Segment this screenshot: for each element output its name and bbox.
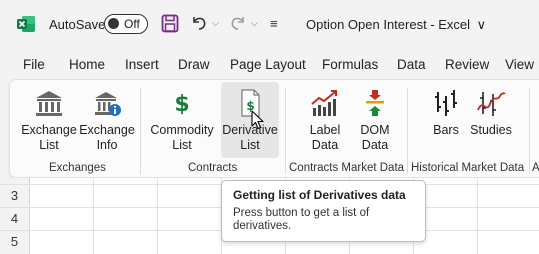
derivative-list-tooltip: Getting list of Derivatives data Press b… [221, 180, 426, 242]
autosave-toggle[interactable]: Off [104, 14, 148, 34]
row-header-3[interactable]: 3 [0, 184, 30, 207]
exchange-list-label: Exchange List [20, 123, 78, 153]
group-label-historical-market-data: Historical Market Data [411, 162, 525, 174]
title-chevron-icon: ∨ [476, 17, 487, 32]
group-separator [529, 88, 530, 174]
dom-data-button[interactable]: DOM Data [350, 82, 400, 158]
tab-draw[interactable]: Draw [178, 57, 210, 72]
label-chart-icon [311, 90, 337, 116]
row-header-5[interactable]: 5 [0, 230, 30, 254]
tab-page-layout[interactable]: Page Layout [230, 57, 306, 72]
label-data-button[interactable]: Label Data [300, 82, 350, 158]
autosave-label: AutoSave [49, 17, 106, 32]
commodity-list-line2: List [172, 138, 192, 152]
document-title-text: Option Open Interest - Excel [306, 17, 471, 32]
label-data-label: Label Data [300, 123, 350, 153]
tab-formulas[interactable]: Formulas [322, 57, 378, 72]
bars-icon [435, 90, 457, 116]
save-icon[interactable] [161, 14, 179, 33]
exchange-info-label: Exchange Info [78, 123, 136, 153]
exchange-list-button[interactable]: Exchange List [20, 82, 78, 158]
studies-icon [477, 92, 506, 116]
derivative-list-label: Derivative List [221, 123, 279, 153]
group-label-contracts: Contracts [188, 162, 238, 174]
undo-icon[interactable] [190, 14, 208, 32]
derivative-list-line1: Derivative [222, 123, 278, 137]
dom-icon [366, 90, 384, 116]
bank-info-icon [95, 92, 121, 116]
tooltip-title: Getting list of Derivatives data [233, 188, 406, 202]
redo-icon[interactable] [229, 14, 247, 32]
dollar-icon: $ [174, 92, 189, 117]
ribbon-panel: Exchange List Exchange Info $ Commodity [9, 79, 539, 178]
tab-review[interactable]: Review [445, 57, 489, 72]
tab-file[interactable]: File [23, 57, 45, 72]
exchange-list-line1: Exchange [21, 123, 77, 137]
derivative-list-button[interactable]: $ Derivative List [221, 82, 279, 158]
commodity-list-line1: Commodity [150, 123, 214, 137]
undo-dropdown-icon[interactable]: ⌵ [212, 18, 219, 29]
bars-button[interactable]: Bars [428, 82, 464, 158]
group-separator [285, 88, 286, 174]
bars-label: Bars [433, 123, 459, 137]
commodity-list-label: Commodity List [148, 123, 216, 153]
exchange-info-line1: Exchange [79, 123, 135, 137]
label-data-line2: Data [311, 138, 339, 152]
bank-icon [36, 91, 62, 116]
ribbon-tabs: File Home Insert Draw Page Layout Formul… [0, 48, 539, 80]
commodity-list-button[interactable]: $ Commodity List [148, 82, 216, 158]
column-line [477, 178, 478, 254]
group-separator [407, 88, 408, 174]
redo-dropdown-icon[interactable]: ⌵ [251, 18, 258, 29]
studies-button[interactable]: Studies [468, 82, 514, 158]
tab-data[interactable]: Data [397, 57, 426, 72]
exchange-list-line2: List [39, 138, 59, 152]
autosave-state: Off [124, 17, 140, 31]
mouse-cursor-icon [251, 110, 264, 130]
svg-text:$: $ [174, 92, 189, 117]
exchange-info-button[interactable]: Exchange Info [78, 82, 136, 158]
label-data-line1: Label [309, 123, 341, 137]
group-label-exchanges: Exchanges [49, 162, 106, 174]
row-header-4[interactable]: 4 [0, 207, 30, 230]
group-label-contracts-market-data: Contracts Market Data [289, 162, 405, 174]
studies-label: Studies [470, 123, 512, 137]
column-line [157, 178, 158, 254]
dom-data-label: DOM Data [350, 123, 400, 153]
customize-qat-icon[interactable]: ≡ [270, 16, 278, 31]
exchange-info-line2: Info [96, 138, 118, 152]
dom-data-line2: Data [361, 138, 389, 152]
group-label-truncated: A [532, 162, 539, 174]
tab-view[interactable]: View [505, 57, 534, 72]
tooltip-body: Press button to get a list of derivative… [233, 207, 370, 232]
excel-icon[interactable] [16, 14, 36, 34]
title-bar: AutoSave Off ⌵ ⌵ ≡ Option Open Interest … [0, 0, 539, 48]
tab-home[interactable]: Home [69, 57, 105, 72]
document-title[interactable]: Option Open Interest - Excel ∨ [306, 17, 486, 33]
tab-insert[interactable]: Insert [125, 57, 159, 72]
dom-data-line1: DOM [360, 123, 390, 137]
derivative-list-line2: List [240, 138, 260, 152]
group-separator [140, 88, 141, 174]
column-line [93, 178, 94, 254]
toggle-knob [108, 18, 119, 29]
